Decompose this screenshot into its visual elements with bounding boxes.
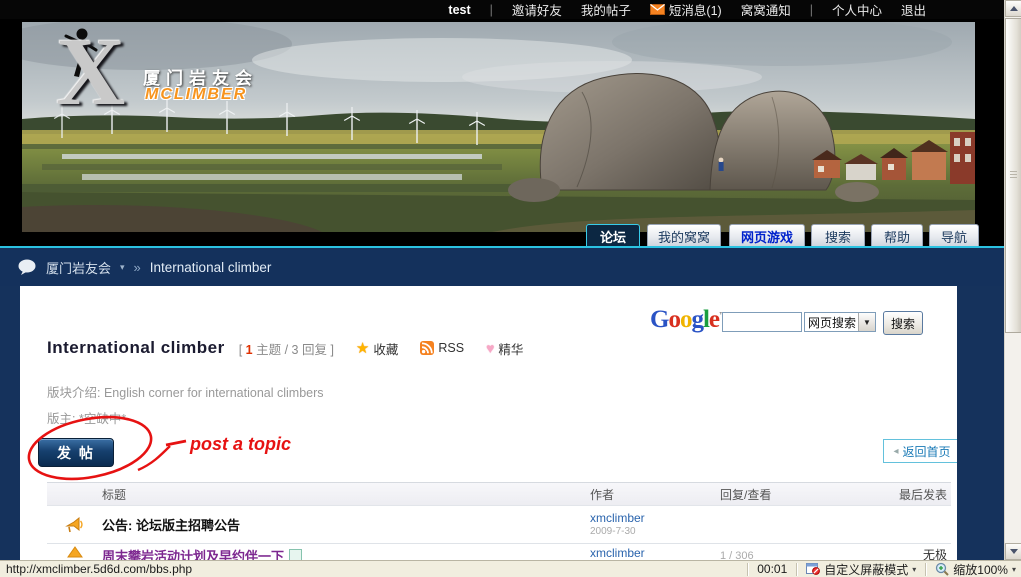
digest-link[interactable]: ♥ 精华 <box>486 339 523 358</box>
chevron-down-icon: ▾ <box>912 565 916 574</box>
topic-title[interactable]: 周末攀岩活动计划及早约伴一下 <box>102 546 284 560</box>
author-link[interactable]: xmclimber <box>590 511 720 526</box>
tab-search[interactable]: 搜索 <box>811 224 865 248</box>
status-bar: http://xmclimber.5d6d.com/bbs.php 00:01 … <box>0 560 1021 577</box>
messages-link[interactable]: 短消息(1) <box>650 0 722 19</box>
browser-page: test | 邀请好友 我的帖子 短消息(1) 窝窝通知 | 个人中心 退出 <box>0 0 1021 577</box>
logo-letter[interactable]: X <box>56 24 125 120</box>
arrow-down-icon <box>1010 549 1018 554</box>
google-logo[interactable]: Google™ <box>650 306 726 334</box>
chevron-down-icon[interactable]: ▼ <box>858 313 875 331</box>
landscape-scene <box>22 22 975 232</box>
status-time: 00:01 <box>752 562 792 576</box>
status-url: http://xmclimber.5d6d.com/bbs.php <box>0 562 743 576</box>
block-mode-icon <box>806 563 820 575</box>
breadcrumb: 厦门岩友会 ▾ » International climber <box>0 248 1004 286</box>
post-topic-button[interactable]: 发 帖 <box>38 438 114 467</box>
divider: | <box>810 3 813 17</box>
forum-intro: 版块介绍: English corner for international c… <box>47 382 324 401</box>
favorite-button[interactable]: ★ 收藏 <box>356 339 398 358</box>
block-mode-menu[interactable]: 自定义屏蔽模式 ▾ <box>801 561 921 577</box>
scroll-up-button[interactable] <box>1005 0 1021 17</box>
divider <box>747 563 748 576</box>
banner: X 厦门岩友会 MCLIMBER 论坛 我的窝窝 网页游戏 搜索 帮助 导航 <box>0 19 1021 248</box>
breadcrumb-current: International climber <box>150 260 272 275</box>
rss-link[interactable]: RSS <box>420 341 464 355</box>
tab-help[interactable]: 帮助 <box>871 224 923 248</box>
topic-count: 1 <box>246 343 253 357</box>
image-attachment-icon <box>289 549 302 560</box>
tab-nav[interactable]: 导航 <box>929 224 979 248</box>
back-home-button[interactable]: ◂ 返回首页 <box>883 439 957 463</box>
vertical-scrollbar[interactable] <box>1004 0 1021 560</box>
my-posts-link[interactable]: 我的帖子 <box>581 0 631 19</box>
header-title: 标题 <box>102 483 590 505</box>
messages-label[interactable]: 短消息(1) <box>669 0 722 19</box>
chevron-left-icon: ◂ <box>893 446 898 457</box>
scroll-down-button[interactable] <box>1005 543 1021 560</box>
table-row: 公告: 论坛版主招聘公告 xmclimber 2009-7-30 <box>47 506 951 544</box>
magnifier-icon <box>935 562 949 576</box>
pin-icon <box>67 546 83 558</box>
top-user-bar: test | 邀请好友 我的帖子 短消息(1) 窝窝通知 | 个人中心 退出 <box>0 0 1004 19</box>
megaphone-icon <box>65 517 84 533</box>
divider <box>796 563 797 576</box>
notices-link[interactable]: 窝窝通知 <box>741 0 791 19</box>
chevron-down-icon[interactable]: ▾ <box>120 262 125 273</box>
header-author: 作者 <box>590 483 720 505</box>
climber-figure <box>719 158 724 163</box>
forum-title: International climber <box>47 338 225 358</box>
scrollbar-thumb[interactable] <box>1005 18 1021 333</box>
topic-table: 标题 作者 回复/查看 最后发表 公告: 论坛版主招聘公告 xmcli <box>47 482 951 560</box>
search-scope-value: 网页搜索 <box>805 314 858 331</box>
logout-link[interactable]: 退出 <box>901 0 926 19</box>
site-name-english: MCLIMBER <box>145 86 247 104</box>
gem-icon: ♥ <box>486 340 494 356</box>
speech-bubble-icon <box>18 259 37 275</box>
envelope-icon <box>650 4 665 15</box>
header-last-post: 最后发表 <box>835 483 951 505</box>
replies-views: 1 / 306 <box>720 550 754 560</box>
annotation-label: post a topic <box>190 434 291 455</box>
invite-friends-link[interactable]: 邀请好友 <box>512 0 562 19</box>
table-header: 标题 作者 回复/查看 最后发表 <box>47 482 951 506</box>
table-row: 周末攀岩活动计划及早约伴一下 xmclimber 1 / 306 无极 <box>47 544 951 560</box>
breadcrumb-root[interactable]: 厦门岩友会 <box>46 258 111 277</box>
forum-stats: [ 1 主题 / 3 回复 ] <box>239 339 334 358</box>
username[interactable]: test <box>448 3 470 17</box>
forum-moderator: 版主: *空缺中* <box>47 408 126 427</box>
divider <box>925 563 926 576</box>
tab-forum[interactable]: 论坛 <box>586 224 640 248</box>
search-scope-select[interactable]: 网页搜索 ▼ <box>804 312 876 332</box>
author-link[interactable]: xmclimber <box>590 546 720 560</box>
header-replies: 回复/查看 <box>720 483 835 505</box>
tab-web-games[interactable]: 网页游戏 <box>729 224 805 248</box>
arrow-up-icon <box>1010 6 1018 11</box>
google-search-input[interactable] <box>722 312 802 332</box>
google-search-button[interactable]: 搜索 <box>883 311 923 335</box>
zoom-menu[interactable]: 缩放100% ▾ <box>930 561 1021 577</box>
chevron-down-icon: ▾ <box>1012 565 1016 574</box>
rss-icon <box>420 341 434 355</box>
content-panel: Google™ 网页搜索 ▼ 搜索 International climber … <box>20 286 957 560</box>
divider: | <box>490 3 493 17</box>
star-icon: ★ <box>356 339 369 357</box>
tab-my-space[interactable]: 我的窝窝 <box>647 224 721 248</box>
last-post-user[interactable]: 无极 <box>923 546 947 560</box>
main-tabs: 论坛 我的窝窝 网页游戏 搜索 帮助 导航 <box>0 224 1004 248</box>
banner-photo: X 厦门岩友会 MCLIMBER <box>22 22 975 232</box>
breadcrumb-separator: » <box>134 260 141 275</box>
topic-title[interactable]: 公告: 论坛版主招聘公告 <box>102 515 240 534</box>
post-date: 2009-7-30 <box>590 526 720 539</box>
profile-link[interactable]: 个人中心 <box>832 0 882 19</box>
